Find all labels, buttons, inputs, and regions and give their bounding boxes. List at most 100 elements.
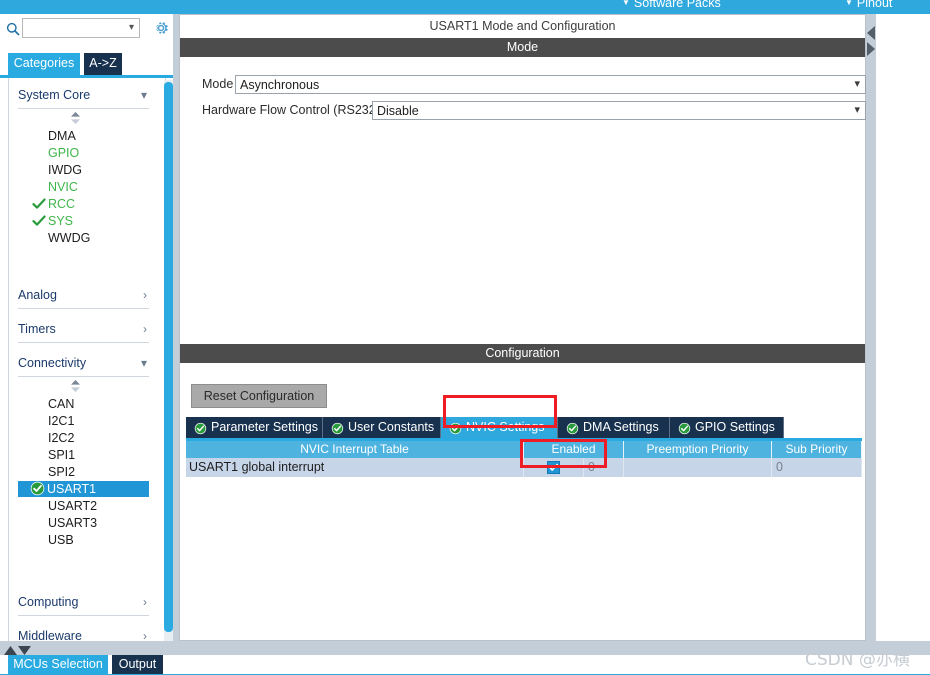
enabled-check-icon bbox=[30, 481, 45, 496]
tree-item-can[interactable]: CAN bbox=[18, 396, 149, 412]
watermark: CSDN @亦横 bbox=[805, 650, 910, 670]
tab-parameter-settings[interactable]: Parameter Settings bbox=[186, 417, 323, 438]
chevron-down-icon: ▾ bbox=[140, 88, 147, 102]
main-panel: USART1 Mode and Configuration Mode Mode … bbox=[179, 14, 866, 641]
tree-item-label: I2C1 bbox=[48, 414, 75, 428]
chevron-right-icon: › bbox=[143, 322, 147, 336]
chevron-right-icon: › bbox=[143, 595, 147, 609]
sidebar-tabs: Categories A->Z bbox=[0, 53, 178, 75]
panel-collapse-bar bbox=[0, 641, 930, 655]
configuration-section-header: Configuration bbox=[180, 344, 865, 363]
group-timers: Timers › bbox=[18, 316, 149, 343]
tree-item-iwdg[interactable]: IWDG bbox=[18, 162, 149, 178]
group-header-analog[interactable]: Analog › bbox=[18, 282, 149, 309]
right-splitter[interactable] bbox=[866, 14, 876, 641]
sidebar: ▾ Categories A->Z System Core ▾ DMA GPIO… bbox=[0, 14, 178, 648]
tab-label: Categories bbox=[13, 56, 75, 70]
table-row-interrupt-name: USART1 global interrupt bbox=[186, 458, 524, 477]
tab-label: NVIC Settings bbox=[466, 420, 545, 434]
tree-item-dma[interactable]: DMA bbox=[18, 128, 149, 144]
mode-section-body: Mode Asynchronous ▾ Hardware Flow Contro… bbox=[180, 58, 866, 344]
expand-right-arrow-icon[interactable] bbox=[866, 42, 876, 59]
tree-item-label: I2C2 bbox=[48, 431, 75, 445]
sidebar-scrollbar-thumb[interactable] bbox=[164, 82, 173, 632]
scroll-spinner-icon[interactable] bbox=[70, 380, 81, 392]
check-circle-icon bbox=[194, 421, 207, 435]
group-header-system-core[interactable]: System Core ▾ bbox=[18, 82, 149, 109]
group-connectivity: Connectivity ▾ CAN I2C1 I2C2 SPI1 SPI2 U… bbox=[18, 350, 149, 547]
field-hardware-flow-control: Hardware Flow Control (RS232) Disable ▾ bbox=[202, 101, 866, 120]
top-menu-bar: ▼ Software Packs ▼ Pinout bbox=[0, 0, 930, 14]
column-header-preemption-priority[interactable]: Preemption Priority bbox=[624, 441, 772, 458]
tree-item-label: RCC bbox=[48, 197, 76, 211]
group-header-timers[interactable]: Timers › bbox=[18, 316, 149, 343]
tree-item-label: NVIC bbox=[48, 180, 78, 194]
group-label: Computing bbox=[18, 595, 79, 609]
tree-item-spi2[interactable]: SPI2 bbox=[18, 464, 149, 480]
enabled-checkbox[interactable] bbox=[547, 461, 560, 474]
chevron-down-icon: ▼ bbox=[845, 0, 853, 7]
tree-item-usart3[interactable]: USART3 bbox=[18, 515, 149, 531]
tree-item-sys[interactable]: SYS bbox=[18, 213, 149, 229]
check-circle-icon bbox=[331, 421, 344, 435]
column-header-interrupt[interactable]: NVIC Interrupt Table bbox=[186, 441, 524, 458]
bottom-tab-bar: MCUs Selection Output bbox=[0, 655, 930, 675]
nvic-table-empty-area bbox=[186, 477, 862, 637]
tree-item-wwdg[interactable]: WWDG bbox=[18, 230, 149, 246]
chevron-down-icon: ▾ bbox=[128, 22, 134, 33]
column-header-enabled[interactable]: Enabled bbox=[524, 441, 624, 458]
collapse-left-arrow-icon[interactable] bbox=[866, 26, 876, 43]
tree-item-usb[interactable]: USB bbox=[18, 532, 149, 548]
tree-item-label: SPI1 bbox=[48, 448, 76, 462]
top-menu-software-packs[interactable]: ▼ Software Packs bbox=[622, 0, 721, 10]
tab-user-constants[interactable]: User Constants bbox=[323, 417, 441, 438]
chevron-down-icon: ▼ bbox=[622, 0, 630, 7]
nvic-interrupt-table: NVIC Interrupt Table Enabled Preemption … bbox=[186, 441, 862, 477]
reset-configuration-button[interactable]: Reset Configuration bbox=[191, 384, 327, 408]
tree-item-usart2[interactable]: USART2 bbox=[18, 498, 149, 514]
hardware-flow-control-select[interactable]: Disable ▾ bbox=[372, 101, 866, 120]
chevron-right-icon: › bbox=[143, 288, 147, 302]
group-label: Connectivity bbox=[18, 356, 87, 370]
mode-select-value: Asynchronous bbox=[240, 78, 320, 92]
check-circle-icon bbox=[678, 421, 691, 435]
sub-priority-value[interactable]: 0 bbox=[772, 458, 862, 477]
tab-mcus-selection[interactable]: MCUs Selection bbox=[8, 655, 108, 674]
top-menu-pinout[interactable]: ▼ Pinout bbox=[845, 0, 892, 10]
tree-item-label: DMA bbox=[48, 129, 76, 143]
tree-item-i2c1[interactable]: I2C1 bbox=[18, 413, 149, 429]
search-input[interactable]: ▾ bbox=[22, 18, 140, 38]
tree-item-label: USART2 bbox=[48, 499, 98, 513]
preemption-priority-value[interactable]: 0 bbox=[584, 458, 624, 477]
field-label: Hardware Flow Control (RS232) bbox=[202, 103, 380, 117]
tree-item-label: USB bbox=[48, 533, 74, 547]
tree-item-label: USART3 bbox=[48, 516, 98, 530]
field-label: Mode bbox=[202, 77, 234, 91]
tab-a-to-z[interactable]: A->Z bbox=[84, 53, 122, 75]
preemption-priority-cell[interactable] bbox=[624, 458, 772, 477]
column-header-sub-priority[interactable]: Sub Priority bbox=[772, 441, 862, 458]
chevron-down-icon: ▾ bbox=[854, 104, 860, 116]
mode-select[interactable]: Asynchronous ▾ bbox=[235, 75, 866, 94]
group-system-core: System Core ▾ DMA GPIO IWDG NVIC RCC SYS… bbox=[18, 82, 149, 245]
tab-dma-settings[interactable]: DMA Settings bbox=[558, 417, 670, 438]
tree-item-i2c2[interactable]: I2C2 bbox=[18, 430, 149, 446]
gear-icon[interactable] bbox=[152, 19, 170, 37]
tab-output[interactable]: Output bbox=[112, 655, 163, 674]
tree-item-gpio[interactable]: GPIO bbox=[18, 145, 149, 161]
tree-item-usart1[interactable]: USART1 bbox=[18, 481, 149, 497]
enabled-checkbox-cell[interactable] bbox=[524, 458, 584, 477]
group-label: System Core bbox=[18, 88, 91, 102]
group-header-computing[interactable]: Computing › bbox=[18, 589, 149, 616]
tree-item-spi1[interactable]: SPI1 bbox=[18, 447, 149, 463]
tab-gpio-settings[interactable]: GPIO Settings bbox=[670, 417, 784, 438]
group-header-connectivity[interactable]: Connectivity ▾ bbox=[18, 350, 149, 377]
scroll-spinner-icon[interactable] bbox=[70, 112, 81, 124]
tab-label: User Constants bbox=[348, 420, 435, 434]
tree-item-rcc[interactable]: RCC bbox=[18, 196, 149, 212]
tab-nvic-settings[interactable]: NVIC Settings bbox=[441, 417, 558, 438]
search-icon bbox=[6, 22, 20, 36]
tab-categories[interactable]: Categories bbox=[8, 53, 80, 75]
tree-item-nvic[interactable]: NVIC bbox=[18, 179, 149, 195]
tab-label: A->Z bbox=[89, 56, 117, 70]
